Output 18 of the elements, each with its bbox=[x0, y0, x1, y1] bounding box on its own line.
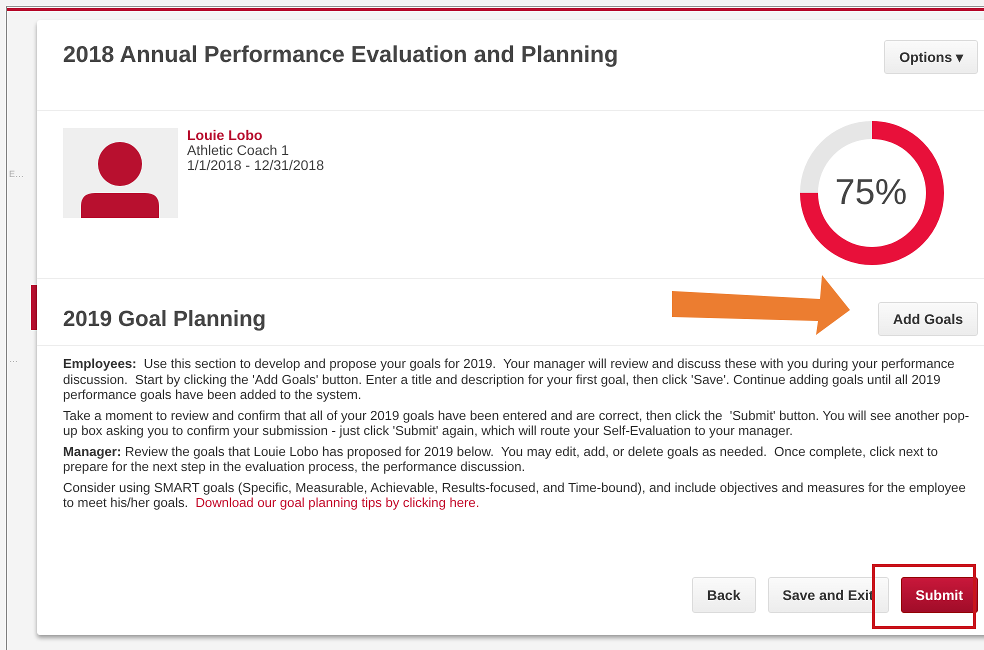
review-period: 1/1/2018 - 12/31/2018 bbox=[187, 158, 324, 173]
section-title: 2019 Goal Planning bbox=[63, 306, 266, 332]
add-goals-button[interactable]: Add Goals bbox=[878, 302, 978, 336]
footer-button[interactable]: Back bbox=[692, 577, 756, 613]
instruction-paragraph: Manager: Review the goals that Louie Lobo has proposed for 2019 below. You may edit, add, or delete goals as needed. Once complete, click next to prepare for the next step in the evaluation process, the performance discussion. bbox=[63, 444, 939, 474]
progress-reading: 75% bbox=[835, 172, 908, 212]
instruction-paragraph: Consider using SMART goals (Specific, Measurable, Achievable, Results-focused, and Time-bound), and include objectives and measures for the employee to meet his/her goals. Download our goal planning tips by clicking here. bbox=[63, 480, 967, 510]
submit-button[interactable]: Submit bbox=[900, 577, 978, 613]
instruction-paragraph: Take a moment to review and confirm that all of your 2019 goals have been entered and are correct, then click the 'Submit' button. You will see another pop-up box asking you to confirm your submission - just click 'Submit' again, which will route your Self-Evaluation to your manager. bbox=[63, 408, 970, 438]
page-title: 2018 Annual Performance Evaluation and Planning bbox=[63, 40, 620, 68]
employee-name: Louie Lobo bbox=[187, 128, 262, 143]
footer-button[interactable]: Save and Exit bbox=[768, 577, 889, 613]
instruction-paragraph: Employees: Use this section to develop and propose your goals for 2019. Your manager will review and discuss these with you during your performance discussion. Start by clicking the 'Add Goals' button. Enter a title and description for your first goal, then click 'Save'. Continue adding goals until all 2019 performance goals have been added to the system. bbox=[63, 356, 956, 402]
active-marker bbox=[31, 285, 37, 330]
job-title: Athletic Coach 1 bbox=[187, 143, 289, 158]
options-button[interactable]: Options ▾ bbox=[884, 40, 978, 74]
tips-link[interactable]: Download our goal planning tips by clicking here. bbox=[195, 495, 480, 510]
avatar-icon bbox=[63, 128, 178, 218]
